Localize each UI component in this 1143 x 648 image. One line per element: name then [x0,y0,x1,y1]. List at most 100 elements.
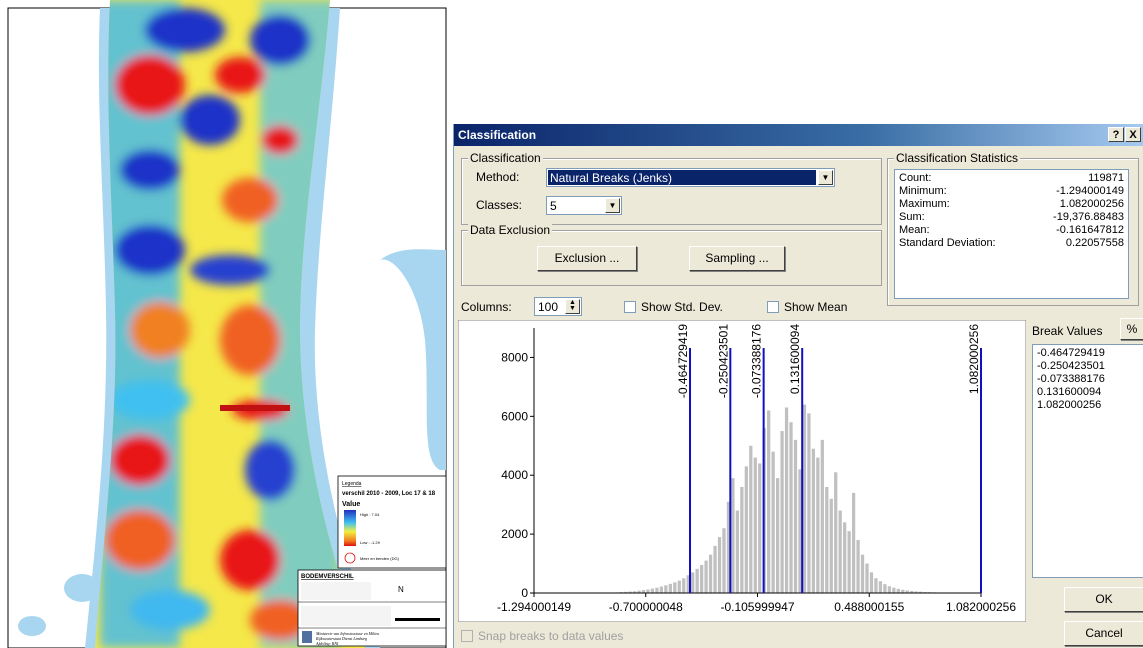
ok-button[interactable]: OK [1064,587,1143,612]
x-tick-label: -0.700000048 [609,600,683,614]
break-value-item[interactable]: 1.082000256 [1037,399,1101,411]
histogram-bar [825,487,829,593]
y-tick-label: 0 [521,586,528,600]
histogram-bar [789,422,793,593]
histogram-bar [758,463,762,593]
histogram-bar [753,457,757,593]
histogram-bar [650,588,655,593]
histogram-bar [677,580,681,593]
histogram-bar [816,457,820,593]
show-std-dev-label: Show Std. Dev. [641,300,723,314]
histogram-bar [691,572,695,593]
histogram-bar [856,540,860,593]
sampling-button[interactable]: Sampling ... [689,246,785,271]
show-mean-checkbox[interactable] [767,301,779,313]
histogram-bar [744,466,748,593]
classes-value: 5 [550,199,557,213]
columns-value: 100 [538,300,559,314]
percent-button[interactable]: % [1120,318,1143,340]
histogram-bar [775,478,780,593]
histogram-bar [659,586,664,593]
histogram-bar [896,588,900,593]
cancel-button[interactable]: Cancel [1064,621,1143,646]
map-view: Legenda verschil 2010 - 2009, Loc 17 & 1… [0,0,450,648]
y-tick-label: 8000 [501,350,528,364]
exclusion-button[interactable]: Exclusion ... [537,246,637,271]
x-tick-label: 1.082000256 [946,600,1016,614]
legend-extra: Meer en benden (DG) [360,556,400,561]
break-values-list[interactable]: -0.464729419 -0.250423501 -0.073388176 0… [1032,344,1143,578]
histogram-bar [664,585,668,593]
stat-row: Count: 119871 [899,172,1124,184]
histogram-bar [892,587,896,593]
y-tick-label: 4000 [501,468,528,482]
histogram-bar [740,487,744,593]
histogram-bar [860,554,865,593]
legend-high: High : 7.04 [360,512,380,517]
columns-label: Columns: [461,300,512,314]
histogram-bar [673,582,677,593]
histogram-bar [834,472,838,593]
histogram-bar [869,572,874,593]
break-label: 1.082000256 [967,324,981,394]
histogram-bar [699,565,704,593]
x-tick-label: -0.105999947 [720,600,794,614]
classes-dropdown[interactable]: 5 ▼ [546,196,622,215]
ministry-text-3: Afdeling: RNI [315,641,339,646]
histogram-bar [878,581,883,593]
histogram-bar [784,407,789,593]
legend-value: Value [342,501,360,508]
x-tick-label: -1.294000149 [497,600,571,614]
histogram-bar [767,410,771,593]
break-label: -0.073388176 [750,324,764,398]
classification-statistics-label: Classification Statistics [894,151,1021,165]
legend-title: Legenda [342,481,362,487]
histogram-bar [793,439,798,593]
histogram-bar [798,469,802,593]
break-label: -0.250423501 [716,324,730,398]
legend-ramp [344,510,356,546]
help-button[interactable]: ? [1108,127,1124,142]
legend-layer: verschil 2010 - 2009, Loc 17 & 18 [342,491,436,497]
data-exclusion-group: Data Exclusion [461,223,882,286]
method-label: Method: [476,170,520,184]
histogram-bar [851,492,856,593]
break-value-item[interactable]: -0.073388176 [1037,373,1105,385]
histogram-bar [829,498,833,593]
method-dropdown[interactable]: Natural Breaks (Jenks) ▼ [546,168,835,187]
histogram-bar [708,554,713,593]
data-exclusion-label: Data Exclusion [468,223,553,237]
classification-group-label: Classification [468,151,543,165]
histogram-bar [847,531,851,593]
close-button[interactable]: X [1125,127,1141,142]
spinner-icon[interactable]: ▲ ▼ [565,299,580,314]
histogram-bar [771,451,775,593]
histogram-bar [838,510,842,593]
histogram-bar [646,589,650,593]
histogram-bar [655,587,659,593]
break-label: 0.131600094 [788,324,802,394]
snap-breaks-checkbox[interactable] [461,630,473,642]
north-arrow: N [398,585,404,594]
histogram-bar [668,583,672,593]
chevron-down-icon[interactable]: ▼ [605,198,620,213]
histogram-bar [695,568,699,593]
histogram-bar [807,413,811,593]
histogram-chart[interactable]: 0 2000 4000 6000 8000 -1.294000149 -0.70000004… [458,320,1026,622]
break-value-item[interactable]: -0.250423501 [1037,360,1105,372]
break-label: -0.464729419 [676,324,690,398]
y-tick-label: 6000 [501,409,528,423]
histogram-bar [811,448,816,593]
break-value-item[interactable]: -0.464729419 [1037,347,1105,359]
break-values-label: Break Values [1032,324,1103,338]
chevron-down-icon[interactable]: ▼ [818,170,833,185]
columns-spinner[interactable]: 100 ▲ ▼ [534,297,582,316]
snap-breaks-label: Snap breaks to data values [478,629,624,643]
titleblock-heading: BODEMVERSCHIL [301,574,354,580]
show-std-dev-checkbox[interactable] [624,301,636,313]
break-value-item[interactable]: 0.131600094 [1037,386,1101,398]
histogram-bar [717,537,722,593]
dialog-titlebar[interactable]: Classification [454,124,1143,146]
histogram-bar [874,578,878,593]
stat-row: Minimum: -1.294000149 [899,185,1124,197]
